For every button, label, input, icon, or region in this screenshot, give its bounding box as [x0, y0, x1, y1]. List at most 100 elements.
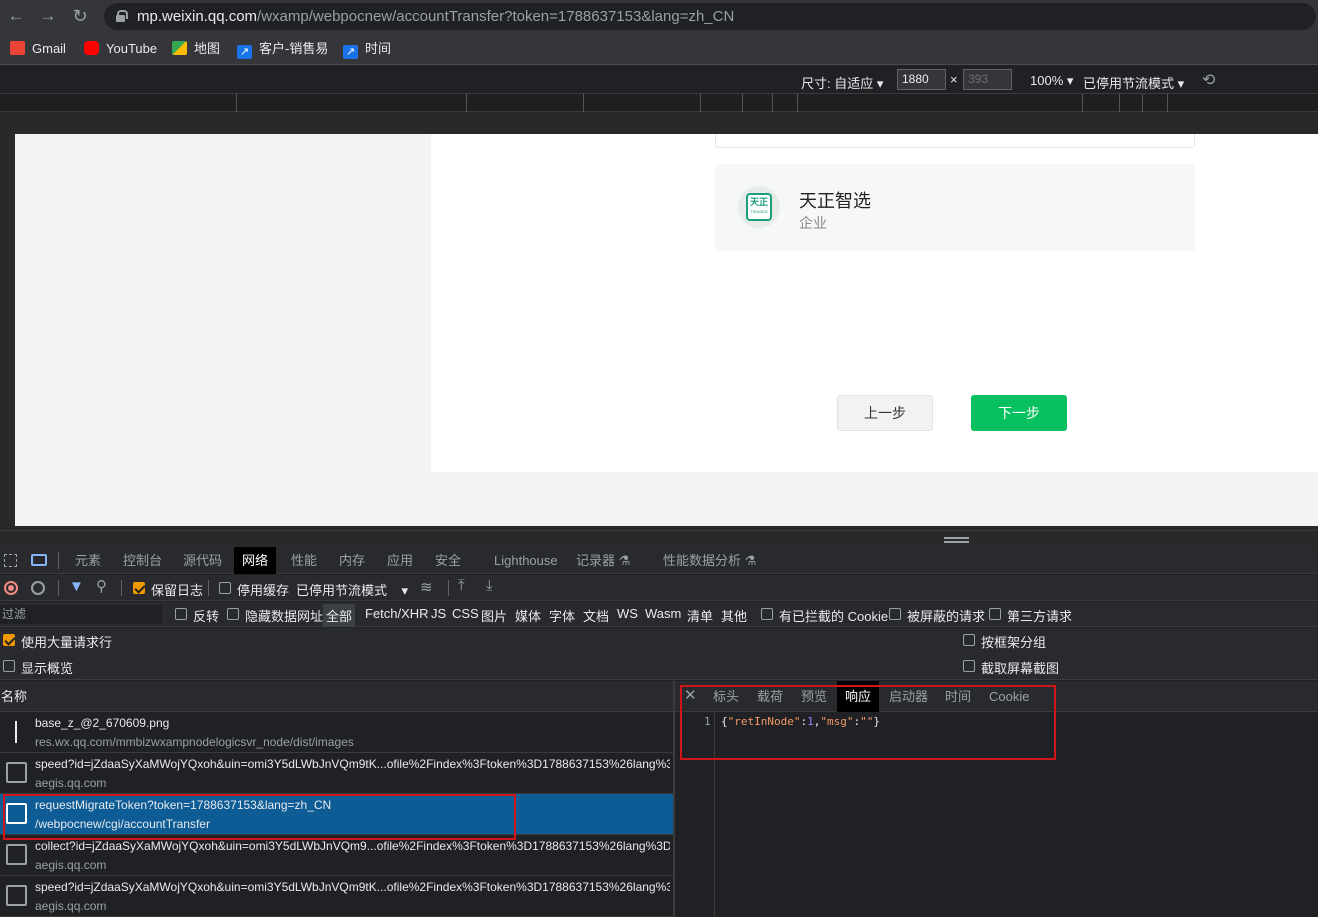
type-filter-img[interactable]: 图片 [481, 606, 507, 625]
hide-data-urls-label: 隐藏数据网址 [245, 609, 324, 624]
media-query-ruler [0, 94, 1318, 112]
reload-icon[interactable]: ↻ [70, 6, 90, 26]
type-filter-all[interactable]: 全部 [323, 604, 356, 627]
upload-har-icon[interactable]: ⤒ [458, 577, 465, 594]
large-rows-label: 使用大量请求行 [21, 635, 113, 650]
type-filter-wasm[interactable]: Wasm [645, 606, 681, 621]
tab-sources[interactable]: 源代码 [175, 547, 230, 574]
tab-lighthouse[interactable]: Lighthouse [486, 547, 566, 574]
request-domain: aegis.qq.com [35, 899, 107, 913]
highlight-response-box [680, 685, 1056, 760]
request-name: collect?id=jZdaaSyXaMWojYQxoh&uin=omi3Y5… [35, 839, 670, 853]
image-thumbnail-icon [15, 721, 17, 743]
bookmark-maps[interactable]: 地图 [172, 40, 220, 58]
page-viewport: 天正 TIENZEN 天正智选 企业 上一步 下一步 [0, 112, 1318, 530]
back-arrow-icon[interactable]: ← [6, 6, 26, 26]
request-domain: res.wx.qq.com/mmbizwxampnodelogicsvr_nod… [35, 735, 354, 749]
inspect-element-icon[interactable] [4, 554, 17, 567]
device-width-input[interactable]: 1880 [897, 69, 946, 90]
request-domain: aegis.qq.com [35, 858, 107, 872]
type-filter-ws[interactable]: WS [617, 606, 638, 621]
zoom-dropdown[interactable]: 100% ▾ [1030, 73, 1073, 89]
bookmark-youtube[interactable]: YouTube [84, 40, 157, 58]
browser-address-bar: ← → ↻ mp.weixin.qq.com/wxamp/webpocnew/a… [0, 0, 1318, 33]
request-row[interactable]: base_z_@2_670609.png res.wx.qq.com/mmbiz… [0, 712, 673, 753]
third-party-checkbox[interactable] [989, 608, 1001, 620]
forward-arrow-icon[interactable]: → [38, 6, 58, 26]
devtools-resize-handle[interactable] [0, 530, 1318, 547]
bookmark-label: 客户-销售易 [259, 41, 329, 56]
record-icon[interactable] [4, 581, 18, 595]
next-step-button[interactable]: 下一步 [971, 395, 1067, 431]
invert-checkbox[interactable] [175, 608, 187, 620]
logo-text: 天正 [749, 197, 768, 207]
type-filter-xhr[interactable]: Fetch/XHR [365, 606, 429, 621]
device-height-input[interactable]: 393 [963, 69, 1012, 90]
type-filter-media[interactable]: 媒体 [515, 606, 541, 625]
type-filter-doc[interactable]: 文档 [583, 606, 609, 625]
url-field[interactable]: mp.weixin.qq.com/wxamp/webpocnew/account… [104, 3, 1316, 30]
large-rows-checkbox[interactable] [3, 634, 15, 646]
size-label: 尺寸: 自适应 [801, 76, 874, 91]
type-filter-js[interactable]: JS [431, 606, 446, 621]
devtools-tab-bar: 元素 控制台 源代码 网络 性能 内存 应用 安全 Lighthouse 记录器… [0, 547, 1318, 574]
network-conditions-icon[interactable]: ≋ [420, 578, 433, 596]
tab-elements[interactable]: 元素 [67, 547, 109, 574]
tab-application[interactable]: 应用 [379, 547, 421, 574]
tab-performance[interactable]: 性能 [283, 547, 325, 574]
tab-network[interactable]: 网络 [234, 547, 277, 574]
blocked-requests-label: 被屏蔽的请求 [907, 609, 986, 624]
hide-data-urls-checkbox[interactable] [227, 608, 239, 620]
search-box-edge [715, 134, 1195, 148]
request-row[interactable]: speed?id=jZdaaSyXaMWojYQxoh&uin=omi3Y5dL… [0, 753, 673, 794]
account-card[interactable]: 天正 TIENZEN 天正智选 企业 [715, 164, 1195, 251]
disable-cache-checkbox[interactable] [219, 582, 231, 594]
arrow-link-icon: ↗ [237, 45, 252, 59]
download-har-icon[interactable]: ⤓ [486, 577, 493, 594]
type-filter-other[interactable]: 其他 [721, 606, 747, 625]
name-column-header[interactable]: 名称 [0, 681, 673, 712]
group-by-frame-checkbox[interactable] [963, 634, 975, 646]
request-domain: aegis.qq.com [35, 776, 107, 790]
throttle-select[interactable]: 已停用节流模式 ▾ [296, 580, 408, 599]
network-options: 使用大量请求行 显示概览 按框架分组 截取屏幕截图 [0, 628, 1318, 680]
clear-icon[interactable] [31, 581, 45, 595]
tab-security[interactable]: 安全 [427, 547, 469, 574]
filter-icon[interactable]: ▼ [69, 578, 84, 595]
throttle-dropdown[interactable]: 已停用节流模式 ▾ [1083, 73, 1184, 92]
bookmark-label: YouTube [106, 41, 158, 56]
gmail-icon [10, 41, 25, 55]
tab-recorder[interactable]: 记录器 ⚗ [568, 547, 638, 574]
request-name: speed?id=jZdaaSyXaMWojYQxoh&uin=omi3Y5dL… [35, 880, 670, 894]
blocked-requests-checkbox[interactable] [889, 608, 901, 620]
zoom-label: 100% [1030, 73, 1064, 88]
tab-console[interactable]: 控制台 [115, 547, 170, 574]
bookmark-crm[interactable]: ↗ 客户-销售易 [237, 40, 329, 59]
search-icon[interactable]: ⚲ [96, 577, 107, 595]
tab-performance-insights[interactable]: 性能数据分析 ⚗ [655, 547, 764, 574]
preserve-log-label: 保留日志 [151, 583, 204, 598]
rotate-icon[interactable]: ⟲ [1202, 70, 1215, 90]
request-row[interactable]: collect?id=jZdaaSyXaMWojYQxoh&uin=omi3Y5… [0, 835, 673, 876]
request-name: speed?id=jZdaaSyXaMWojYQxoh&uin=omi3Y5dL… [35, 757, 670, 771]
invert-label: 反转 [193, 609, 220, 624]
capture-screenshots-label: 截取屏幕截图 [981, 661, 1060, 676]
device-toolbar: 尺寸: 自适应 ▾ 1880 × 393 100% ▾ 已停用节流模式 ▾ ⟲ [0, 66, 1318, 94]
type-filter-font[interactable]: 字体 [549, 606, 575, 625]
blocked-cookies-checkbox[interactable] [761, 608, 773, 620]
type-filter-css[interactable]: CSS [452, 606, 479, 621]
device-size-dropdown[interactable]: 尺寸: 自适应 ▾ [801, 73, 883, 92]
capture-screenshots-checkbox[interactable] [963, 660, 975, 672]
tab-memory[interactable]: 内存 [331, 547, 373, 574]
device-toggle-icon[interactable] [31, 554, 47, 566]
request-row[interactable]: speed?id=jZdaaSyXaMWojYQxoh&uin=omi3Y5dL… [0, 876, 673, 917]
bookmark-gmail[interactable]: Gmail [10, 40, 66, 58]
type-filter-manifest[interactable]: 清单 [687, 606, 713, 625]
bookmark-time[interactable]: ↗ 时间 [343, 40, 391, 59]
show-overview-checkbox[interactable] [3, 660, 15, 672]
preserve-log-checkbox[interactable] [133, 582, 145, 594]
prev-step-button[interactable]: 上一步 [837, 395, 933, 431]
bookmarks-bar: Gmail YouTube 地图 ↗ 客户-销售易 ↗ 时间 [0, 33, 1318, 65]
filter-input[interactable]: 过滤 [0, 605, 162, 624]
url-host: mp.weixin.qq.com [137, 8, 258, 25]
